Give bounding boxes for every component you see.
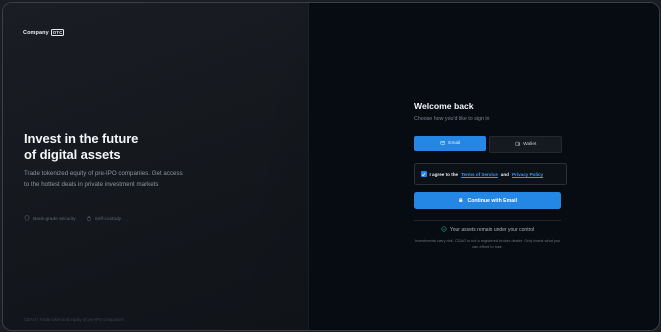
lock-icon: [458, 197, 464, 205]
signin-method-tabs: Email Wallet: [414, 136, 562, 153]
signin-title: Welcome back: [414, 101, 474, 111]
feature-security-label: Bank-grade security: [33, 216, 76, 222]
wallet-icon: [515, 141, 521, 149]
control-notice-text: Your assets remain under your control: [449, 227, 535, 233]
brand-name: Company: [23, 29, 49, 36]
terms-of-service-link[interactable]: Terms of Service: [461, 172, 498, 177]
hero-title: Invest in the future of digital assets: [24, 131, 224, 163]
terms-prefix: I agree to the: [429, 171, 459, 177]
hero-panel: Company OTC Invest in the future of digi…: [3, 3, 309, 330]
feature-custody-label: Self-custody: [94, 216, 122, 222]
control-notice: Your assets remain under your control: [414, 226, 561, 234]
tab-email[interactable]: Email: [414, 136, 486, 151]
terms-and: and: [500, 171, 509, 177]
lock-icon: [86, 215, 92, 223]
brand-badge: OTC: [50, 29, 65, 36]
shield-icon: [24, 215, 30, 223]
tab-wallet-label: Wallet: [523, 142, 537, 147]
divider: [414, 220, 561, 221]
mail-icon: [440, 140, 446, 148]
continue-button-label: Continue with Email: [467, 197, 518, 204]
terms-agreement: I agree to the Terms of Service and Priv…: [414, 163, 567, 185]
footer-text: CDAO | Trade tokenized equity of pre-IPO…: [24, 317, 124, 322]
hero-title-line2: of digital assets: [24, 147, 121, 162]
hero-subtitle: Trade tokenized equity of pre-IPO compan…: [24, 170, 183, 188]
brand-logo: Company OTC: [23, 29, 65, 36]
risk-disclaimer: Investments carry risk. CDAO is not a re…: [414, 238, 561, 249]
tab-email-label: Email: [448, 141, 461, 146]
signin-subtitle: Choose how you'd like to sign in: [414, 116, 490, 122]
tab-wallet[interactable]: Wallet: [489, 136, 562, 153]
continue-with-email-button[interactable]: Continue with Email: [414, 192, 561, 209]
feature-custody: Self-custody: [86, 215, 121, 223]
terms-checkbox[interactable]: [421, 171, 427, 177]
shield-check-icon: [441, 226, 447, 234]
feature-list: Bank-grade security Self-custody: [24, 215, 121, 223]
feature-security: Bank-grade security: [24, 215, 76, 223]
hero-title-line1: Invest in the future: [24, 131, 139, 146]
privacy-policy-link[interactable]: Privacy Policy: [512, 172, 543, 177]
